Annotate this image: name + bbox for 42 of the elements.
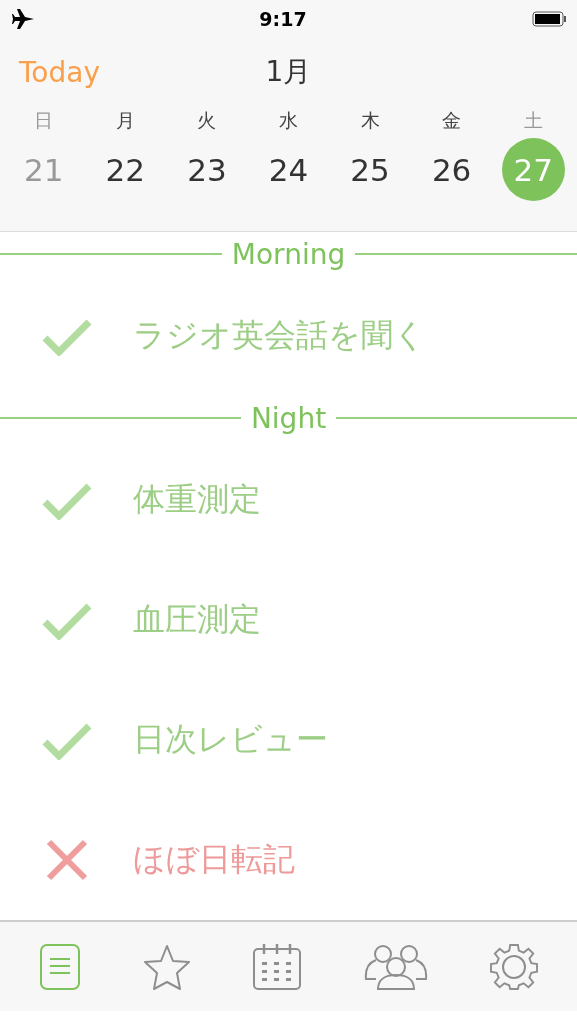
airplane-icon xyxy=(12,8,34,30)
weekday-label: 木 xyxy=(360,108,380,133)
date-button[interactable]: 23 xyxy=(175,138,239,201)
people-icon xyxy=(364,942,429,991)
weekday-label: 火 xyxy=(197,108,217,133)
list-icon xyxy=(38,942,81,991)
task-row[interactable]: ラジオ英会話を聞く xyxy=(0,276,577,396)
tab-button[interactable] xyxy=(490,942,539,991)
settings-icon xyxy=(490,942,539,991)
status-time: 9:17 xyxy=(259,8,307,30)
date-button[interactable]: 24 xyxy=(257,138,320,201)
tab-button[interactable] xyxy=(142,942,191,991)
task-label: 血圧測定 xyxy=(133,599,261,640)
task-row[interactable]: 血圧測定 xyxy=(0,560,577,680)
weekday-label: 金 xyxy=(442,108,462,133)
date-button[interactable]: 27 xyxy=(501,138,565,201)
weekday-label: 日 xyxy=(34,108,54,133)
weekday-label: 月 xyxy=(115,108,135,133)
date-button[interactable]: 21 xyxy=(12,138,76,201)
calendar-icon xyxy=(252,942,303,991)
task-label: 日次レビュー xyxy=(133,719,328,760)
weekday-label: 土 xyxy=(523,108,543,133)
date-button[interactable]: 25 xyxy=(338,138,402,201)
task-row[interactable]: ほぼ日転記 xyxy=(0,800,577,920)
section-title: Night xyxy=(250,401,327,435)
tab-button[interactable] xyxy=(252,942,303,991)
date-button[interactable]: 26 xyxy=(420,138,484,201)
section-title: Morning xyxy=(231,237,346,271)
tab-button[interactable] xyxy=(364,942,429,991)
task-label: 体重測定 xyxy=(133,479,261,520)
today-button[interactable]: Today xyxy=(0,55,100,89)
task-row[interactable]: 体重測定 xyxy=(0,440,577,560)
task-label: ほぼ日転記 xyxy=(133,839,295,880)
battery-icon xyxy=(532,11,567,27)
cross-icon xyxy=(44,838,89,882)
tab-button[interactable] xyxy=(38,942,81,991)
task-row[interactable]: 日次レビュー xyxy=(0,680,577,800)
star-icon xyxy=(142,942,191,991)
task-label: ラジオ英会話を聞く xyxy=(133,315,426,356)
month-title: 1月 xyxy=(265,54,312,90)
weekday-label: 水 xyxy=(279,108,298,133)
date-button[interactable]: 22 xyxy=(93,138,157,201)
